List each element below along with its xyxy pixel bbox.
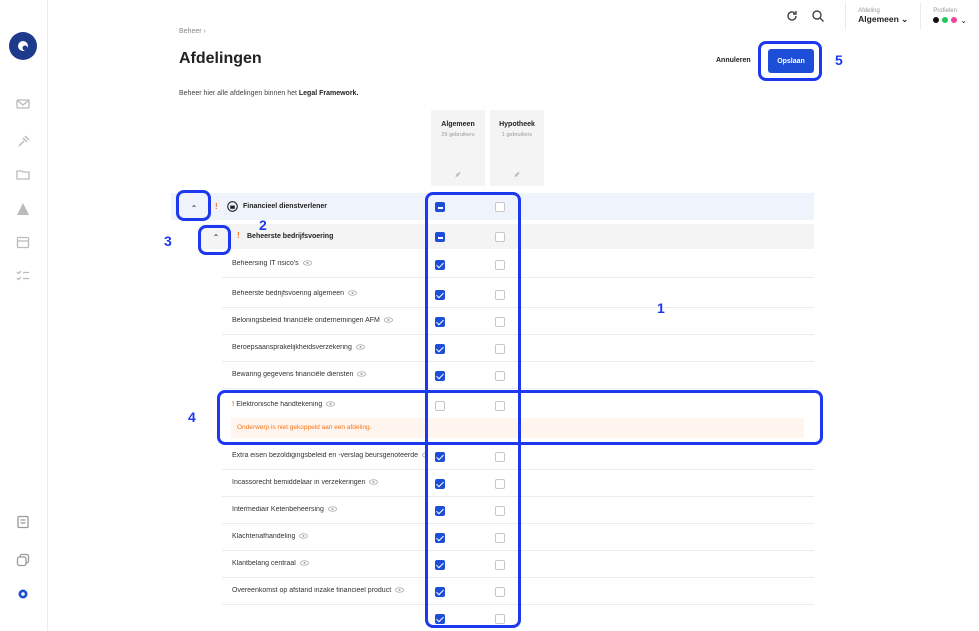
checklist-icon[interactable] bbox=[15, 268, 31, 284]
subject-label: Beroepsaansprakelijkheidsverzekering bbox=[232, 344, 365, 351]
subject-label: Incassorecht bemiddelaar in verzekeringe… bbox=[232, 479, 379, 486]
chevron-down-icon: ⌄ bbox=[960, 15, 967, 25]
eye-icon[interactable] bbox=[355, 344, 365, 350]
column-name: Algemeen bbox=[441, 121, 475, 128]
subject-label-text: Overeenkomst op afstand inzake financiee… bbox=[232, 587, 392, 594]
subject-label-text: Beloningsbeleid financiële ondernemingen… bbox=[232, 317, 380, 324]
refresh-icon[interactable] bbox=[785, 9, 799, 23]
subject-label-text: Beroepsaansprakelijkheidsverzekering bbox=[232, 344, 352, 351]
warning-icon[interactable] bbox=[15, 201, 31, 217]
search-icon[interactable] bbox=[811, 9, 825, 23]
subject-label: Beloningsbeleid financiële ondernemingen… bbox=[232, 317, 393, 324]
left-rail bbox=[0, 0, 48, 631]
building-icon bbox=[227, 201, 238, 212]
chevron-right-icon: › bbox=[203, 28, 206, 35]
group-label: Beheerste bedrijfsvoering bbox=[247, 233, 334, 240]
eye-icon[interactable] bbox=[357, 371, 367, 377]
subject-label-text: Extra eisen bezoldigingsbeleid en -versl… bbox=[232, 452, 419, 459]
subject-label-text: Klachtenafhandeling bbox=[232, 533, 296, 540]
subject-label: Beheersing IT risico's bbox=[232, 260, 312, 267]
eye-icon[interactable] bbox=[302, 260, 312, 266]
subject-label-text: Incassorecht bemiddelaar in verzekeringe… bbox=[232, 479, 366, 486]
subject-label-text: Beheersing IT risico's bbox=[232, 260, 299, 267]
subject-label: Bewaring gegevens financiële diensten bbox=[232, 371, 367, 378]
annotation-number-4: 4 bbox=[188, 409, 196, 425]
description-text: Beheer hier alle afdelingen binnen het bbox=[179, 90, 299, 97]
eye-icon[interactable] bbox=[395, 587, 405, 593]
subject-label: Intermediair Ketenbeheersing bbox=[232, 506, 337, 513]
column-name: Hypotheek bbox=[499, 121, 535, 128]
eye-icon[interactable] bbox=[299, 560, 309, 566]
annotation-number-5: 5 bbox=[835, 52, 843, 68]
breadcrumb-item[interactable]: Beheer bbox=[179, 28, 202, 35]
department-selector[interactable]: Afdeling Algemeen ⌄ bbox=[845, 2, 920, 30]
eye-icon[interactable] bbox=[348, 290, 358, 296]
column-header-algemeen: Algemeen 29 gebruikers bbox=[431, 110, 485, 186]
annotation-number-2: 2 bbox=[259, 217, 267, 233]
eye-icon[interactable] bbox=[299, 533, 309, 539]
settings-gear-icon[interactable] bbox=[15, 586, 31, 602]
page-title: Afdelingen bbox=[179, 50, 262, 67]
subject-label-text: Bewaring gegevens financiële diensten bbox=[232, 371, 354, 378]
calendar-icon[interactable] bbox=[15, 234, 31, 250]
folder-icon[interactable] bbox=[15, 166, 31, 182]
annotation-number-3: 3 bbox=[164, 233, 172, 249]
column-header-hypotheek: Hypotheek 1 gebruikers bbox=[490, 110, 544, 186]
subject-label-text: Intermediair Ketenbeheersing bbox=[232, 506, 324, 513]
subject-label-text: Klantbelang centraal bbox=[232, 560, 296, 567]
column-user-count: 29 gebruikers bbox=[441, 132, 475, 138]
warning-exclamation-icon: ! bbox=[215, 202, 218, 211]
app-logo[interactable] bbox=[9, 32, 37, 60]
cancel-button[interactable]: Annuleren bbox=[716, 57, 751, 64]
description-bold: Legal Framework. bbox=[298, 90, 359, 97]
eye-icon[interactable] bbox=[369, 479, 379, 485]
chevron-down-icon: ⌄ bbox=[901, 13, 909, 24]
eye-icon[interactable] bbox=[383, 317, 393, 323]
department-value: Algemeen bbox=[858, 13, 899, 24]
subject-label: Klantbelang centraal bbox=[232, 560, 309, 567]
warning-exclamation-icon: ! bbox=[237, 231, 240, 240]
annotation-box-4 bbox=[217, 390, 823, 445]
subject-label: Beheerste bedrijfsvoering algemeen bbox=[232, 290, 358, 297]
mail-icon[interactable] bbox=[15, 96, 31, 112]
edit-pencil-icon[interactable] bbox=[455, 171, 462, 178]
column-user-count: 1 gebruikers bbox=[501, 132, 533, 138]
copy-icon[interactable] bbox=[15, 552, 31, 568]
breadcrumb[interactable]: Beheer › bbox=[179, 28, 206, 35]
subject-label: Klachtenafhandeling bbox=[232, 533, 309, 540]
annotation-box-2 bbox=[198, 225, 231, 255]
top-bar: Afdeling Algemeen ⌄ Profielen ⌄ bbox=[785, 0, 979, 32]
document-icon[interactable] bbox=[15, 514, 31, 530]
subject-label: Extra eisen bezoldigingsbeleid en -versl… bbox=[232, 452, 428, 459]
annotation-box-3 bbox=[176, 190, 211, 221]
profiles-label: Profielen bbox=[933, 7, 957, 14]
edit-pencil-icon[interactable] bbox=[514, 171, 521, 178]
profile-color-dot bbox=[951, 17, 958, 23]
annotation-number-1: 1 bbox=[657, 300, 665, 316]
page-description: Beheer hier alle afdelingen binnen het L… bbox=[179, 90, 358, 97]
gavel-icon[interactable] bbox=[15, 134, 31, 150]
profiles-selector[interactable]: Profielen ⌄ bbox=[920, 2, 979, 30]
eye-icon[interactable] bbox=[327, 506, 337, 512]
subject-label-text: Beheerste bedrijfsvoering algemeen bbox=[232, 290, 345, 297]
profile-color-dot bbox=[942, 17, 949, 23]
subject-label: Overeenkomst op afstand inzake financiee… bbox=[232, 587, 405, 594]
group-label: Financieel dienstverlener bbox=[243, 203, 328, 210]
profile-dots: ⌄ bbox=[933, 16, 967, 25]
profile-color-dot bbox=[933, 17, 940, 23]
annotation-box-5 bbox=[758, 41, 822, 81]
